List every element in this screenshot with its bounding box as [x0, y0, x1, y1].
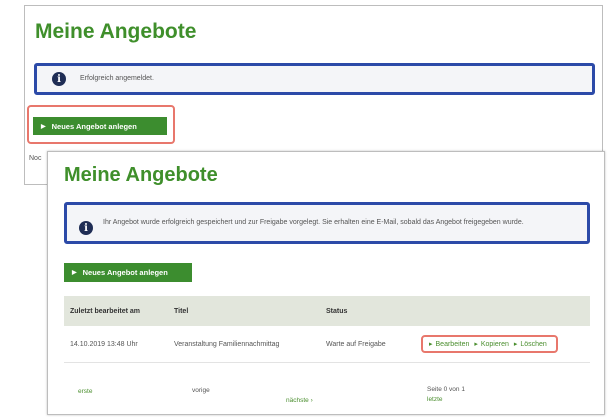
chevron-right-icon: ▸ [474, 341, 478, 348]
new-offer-button-label: Neues Angebot anlegen [82, 268, 168, 277]
chevron-right-icon: ▶ [41, 123, 46, 130]
info-message-box: i Ihr Angebot wurde erfolgreich gespeich… [64, 202, 590, 244]
info-message-box: i Erfolgreich angemeldet. [34, 63, 595, 95]
new-offer-button[interactable]: ▶ Neues Angebot anlegen [64, 263, 192, 282]
last-page-link[interactable]: letzte [427, 396, 443, 403]
header-status: Status [326, 307, 348, 315]
next-page-label: nächste [286, 397, 309, 404]
copy-link[interactable]: Kopieren [481, 341, 509, 348]
cell-status: Warte auf Freigabe [326, 340, 386, 348]
cell-title: Veranstaltung Familiennachmittag [174, 340, 280, 348]
header-last-edited: Zuletzt bearbeitet am [70, 307, 141, 315]
prev-page-link[interactable]: vorige [192, 387, 210, 394]
cell-actions: ▸ Bearbeiten ▸ Kopieren ▸ Löschen [421, 335, 590, 353]
offers-table: Zuletzt bearbeitet am Titel Status 14.10… [64, 296, 590, 363]
info-message-text: Ihr Angebot wurde erfolgreich gespeicher… [103, 218, 524, 226]
next-page-link[interactable]: nächste › [286, 397, 313, 404]
page-title: Meine Angebote [64, 164, 218, 186]
pagination: erste vorige nächste › Seite 0 von 1 let… [64, 378, 590, 410]
new-offer-button[interactable]: ▶ Neues Angebot anlegen [33, 117, 167, 135]
chevron-right-icon: ▸ [513, 341, 518, 348]
delete-link[interactable]: Löschen [520, 341, 546, 348]
table-header: Zuletzt bearbeitet am Titel Status [64, 296, 590, 326]
info-icon: i [52, 72, 66, 86]
page-title: Meine Angebote [35, 20, 197, 43]
info-icon: i [79, 221, 93, 235]
first-page-link[interactable]: erste [78, 388, 92, 395]
screenshot-offer-saved: Meine Angebote i Ihr Angebot wurde erfol… [47, 151, 605, 415]
info-message-text: Erfolgreich angemeldet. [80, 74, 154, 82]
table-row: 14.10.2019 13:48 Uhr Veranstaltung Famil… [64, 326, 590, 363]
new-offer-button-label: Neues Angebot anlegen [51, 121, 137, 131]
chevron-right-icon: ▶ [72, 270, 77, 276]
cell-date: 14.10.2019 13:48 Uhr [70, 340, 138, 348]
header-title: Titel [174, 307, 189, 315]
edit-link[interactable]: Bearbeiten [436, 341, 470, 348]
chevron-right-icon: ▸ [429, 341, 433, 348]
page-info: Seite 0 von 1 [427, 386, 465, 393]
row-actions-highlight: ▸ Bearbeiten ▸ Kopieren ▸ Löschen [421, 335, 558, 353]
chevron-right-icon: › [310, 397, 313, 404]
truncated-text: Noc [29, 155, 42, 162]
